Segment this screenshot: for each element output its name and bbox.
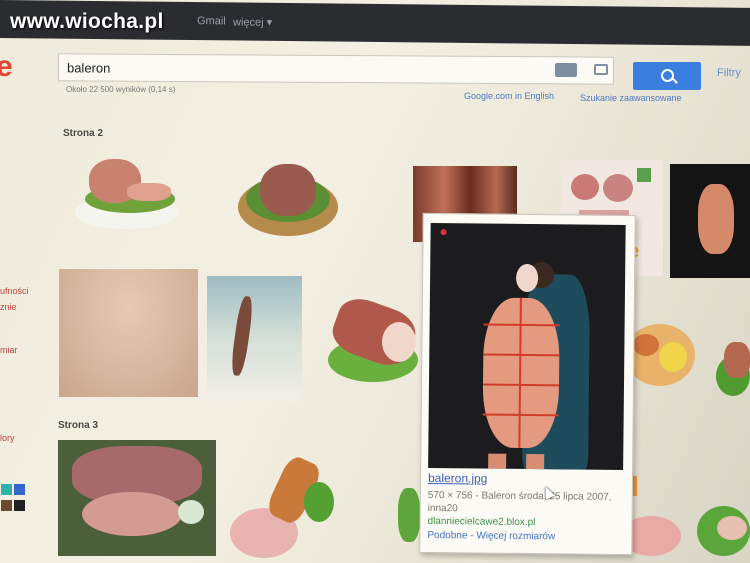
more-sizes-link[interactable]: Więcej rozmiarów (476, 530, 555, 542)
image-preview-popup[interactable]: baleron.jpg 570 × 756 - Baleron środa, 2… (419, 212, 636, 556)
color-swatch[interactable] (14, 500, 25, 511)
page-2-heading: Strona 2 (63, 128, 104, 139)
result-thumbnail[interactable] (398, 488, 420, 542)
similar-link[interactable]: Podobne (427, 530, 467, 541)
gmail-link[interactable]: Gmail (197, 15, 226, 27)
search-query: baleron (66, 60, 111, 76)
color-swatch[interactable] (1, 500, 12, 511)
sidebar-item[interactable]: lory (0, 433, 15, 443)
search-input[interactable]: baleron (57, 53, 615, 85)
sidebar-item[interactable]: ufności (0, 286, 29, 296)
advanced-search-link[interactable]: Szukanie zaawansowane (580, 93, 682, 103)
google-logo[interactable]: e (0, 50, 13, 84)
result-thumbnail[interactable] (230, 452, 338, 560)
result-thumbnail[interactable] (238, 158, 338, 238)
watermark: www.wiocha.pl (10, 10, 164, 33)
filters-link[interactable]: Filtry (717, 67, 741, 79)
result-thumbnail[interactable] (326, 292, 424, 386)
color-swatch[interactable] (1, 484, 12, 495)
link-separator: - (467, 530, 477, 542)
english-link[interactable]: Google.com in English (464, 91, 554, 101)
keyboard-icon[interactable] (555, 63, 577, 77)
color-swatch[interactable] (14, 484, 25, 495)
result-thumbnail[interactable] (716, 336, 750, 398)
more-link[interactable]: więcej ▾ (233, 15, 272, 28)
preview-image[interactable] (428, 222, 626, 471)
sidebar-item[interactable]: miar (0, 345, 18, 355)
search-icon (661, 69, 674, 82)
sidebar-item[interactable]: znie (0, 302, 17, 312)
result-thumbnail[interactable] (58, 440, 216, 556)
preview-site[interactable]: dlanniecielcawe2.blox.pl (427, 516, 535, 528)
preview-meta: 570 × 756 - Baleron środa, 25 lipca 2007… (427, 489, 612, 515)
camera-icon[interactable] (594, 64, 608, 75)
result-thumbnail[interactable] (670, 164, 750, 278)
result-thumbnail[interactable] (75, 155, 185, 233)
result-stats: Około 22 500 wyników (0,14 s) (66, 85, 176, 94)
preview-links: Podobne - Więcej rozmiarów (427, 530, 555, 542)
result-thumbnail[interactable] (697, 500, 750, 560)
page-3-heading: Strona 3 (58, 420, 99, 431)
result-thumbnail[interactable] (207, 276, 302, 401)
result-thumbnail[interactable] (625, 314, 699, 390)
screen: Gmail więcej ▾ www.wiocha.pl e baleron F… (0, 0, 750, 563)
preview-filename[interactable]: baleron.jpg (428, 471, 488, 486)
search-button[interactable] (633, 62, 701, 90)
result-thumbnail[interactable] (59, 269, 198, 397)
